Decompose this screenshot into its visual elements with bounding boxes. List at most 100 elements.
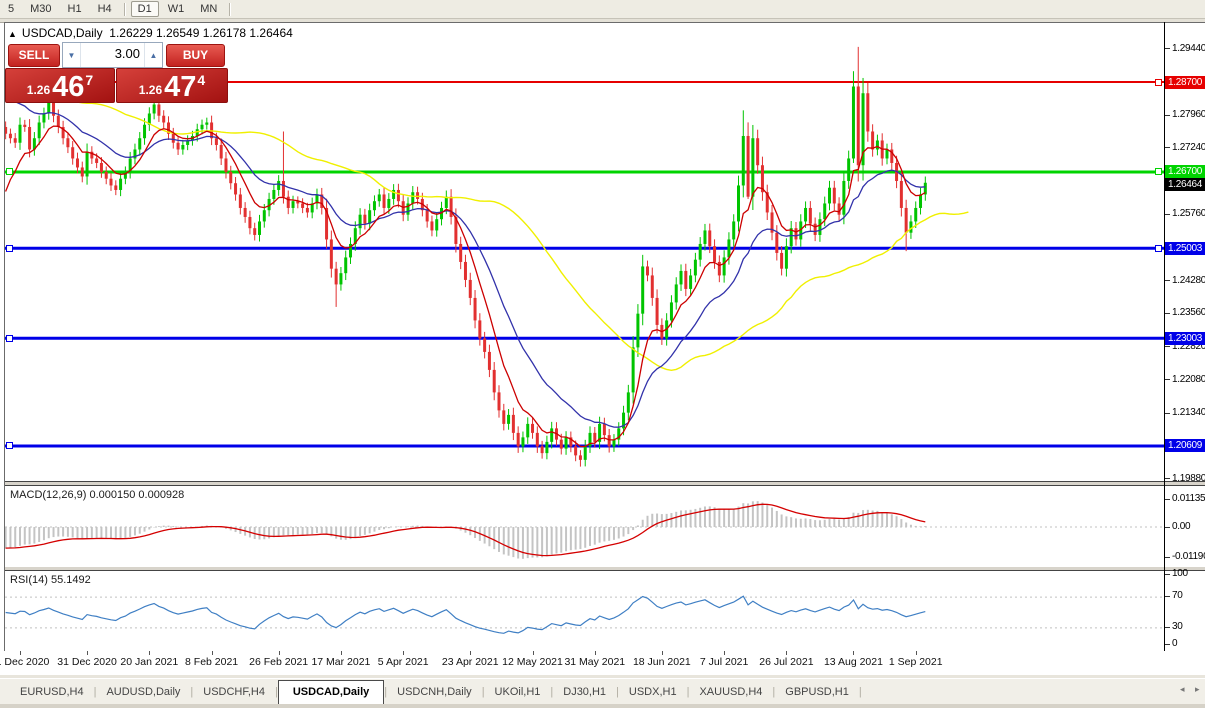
chart-tab-eurusd-h4[interactable]: EURUSD,H4 xyxy=(10,682,94,702)
date-tick xyxy=(661,651,663,655)
timeframe-button-h4[interactable]: H4 xyxy=(91,1,119,17)
rsi-tick-label: 0 xyxy=(1172,638,1178,649)
macd-tick-label: 0.01135 xyxy=(1172,493,1205,504)
timeframe-button-w1[interactable]: W1 xyxy=(161,1,192,17)
price-tick-label: 1.21340 xyxy=(1172,407,1205,419)
price-tick-label: 1.23560 xyxy=(1172,307,1205,319)
hline-drag-handle[interactable] xyxy=(1155,78,1162,86)
date-label: 12 May 2021 xyxy=(502,656,563,668)
hline-price-badge: 1.26700 xyxy=(1165,165,1205,179)
timeframe-button-m30[interactable]: M30 xyxy=(23,1,58,17)
one-click-trading-panel: SELL ▼ 3.00 ▲ BUY 1.26 46 7 1.26 47 4 xyxy=(5,40,228,103)
tab-scroll-right-icon[interactable]: ▸ xyxy=(1195,684,1200,695)
price-tick xyxy=(1165,114,1170,116)
date-tick xyxy=(149,651,151,655)
price-tick xyxy=(1165,412,1170,414)
date-tick xyxy=(470,651,472,655)
hline-drag-handle[interactable] xyxy=(6,442,13,450)
hline-drag-handle[interactable] xyxy=(6,334,13,342)
date-tick xyxy=(786,651,788,655)
chart-ohlc-values: 1.26229 1.26549 1.26178 1.26464 xyxy=(109,26,293,40)
rsi-tick-label: 100 xyxy=(1172,568,1188,579)
macd-tick xyxy=(1165,527,1170,528)
hline-drag-handle[interactable] xyxy=(1155,168,1162,176)
price-tick xyxy=(1165,478,1170,480)
buy-price-pip-digit: 4 xyxy=(197,72,206,88)
price-tick xyxy=(1165,379,1170,381)
date-label: 5 Apr 2021 xyxy=(377,656,429,668)
sell-price-pip-digit: 7 xyxy=(85,72,94,88)
price-tick-label: 1.27240 xyxy=(1172,141,1205,153)
hline-drag-handle[interactable] xyxy=(6,244,13,252)
price-tick-label: 1.24280 xyxy=(1172,274,1205,286)
chart-tab-usdcad-daily[interactable]: USDCAD,Daily xyxy=(277,679,385,704)
buy-price-big-digits: 47 xyxy=(164,71,197,103)
date-tick xyxy=(853,651,855,655)
timeframe-toolbar: 5 M30 H1 H4 D1 W1 MN xyxy=(0,0,1205,19)
rsi-tick xyxy=(1165,644,1170,645)
mt4-terminal-window: 5 M30 H1 H4 D1 W1 MN ▲ USDCAD,Daily 1.26229 1.2… xyxy=(0,0,1205,708)
chart-tab-dj30-h1[interactable]: DJ30,H1 xyxy=(553,682,616,702)
date-tick xyxy=(403,651,405,655)
hline-price-badge: 1.20609 xyxy=(1165,439,1205,453)
chart-tab-gbpusd-h1[interactable]: GBPUSD,H1 xyxy=(775,682,859,702)
timeframe-button-mn[interactable]: MN xyxy=(193,1,224,17)
rsi-indicator-canvas[interactable] xyxy=(4,571,1164,650)
collapse-triangle-icon[interactable]: ▲ xyxy=(8,29,17,39)
macd-tick xyxy=(1165,557,1170,558)
sell-price-display[interactable]: 1.26 46 7 xyxy=(5,68,115,103)
price-tick xyxy=(1165,346,1170,347)
price-tick-label: 1.25760 xyxy=(1172,208,1205,220)
chart-tab-usdchf-h4[interactable]: USDCHF,H4 xyxy=(193,682,275,702)
date-label: 8 Feb 2021 xyxy=(185,656,239,668)
date-tick xyxy=(340,651,342,655)
toolbar-separator xyxy=(229,2,232,16)
date-label: 1 Sep 2021 xyxy=(888,656,943,668)
hline-price-badge: 1.23003 xyxy=(1165,331,1205,345)
price-tick-label: 1.27960 xyxy=(1172,109,1205,121)
date-label: 20 Jan 2021 xyxy=(120,656,179,668)
tab-scroll-left-icon[interactable]: ◂ xyxy=(1180,684,1185,695)
sell-button[interactable]: SELL xyxy=(8,44,60,67)
date-tick xyxy=(915,651,917,655)
timeframe-button-5[interactable]: 5 xyxy=(1,1,21,17)
price-tick xyxy=(1165,147,1170,149)
chart-tab-ukoil-h1[interactable]: UKOil,H1 xyxy=(485,682,551,702)
macd-tick-label: -0.01190 xyxy=(1172,551,1205,562)
chart-tab-usdx-h1[interactable]: USDX,H1 xyxy=(619,682,687,702)
buy-button[interactable]: BUY xyxy=(166,44,225,67)
date-label: 7 Jul 2021 xyxy=(699,656,749,668)
volume-value[interactable]: 3.00 xyxy=(80,43,145,67)
current-price-badge: 1.26464 xyxy=(1165,177,1205,191)
price-tick-label: 1.22080 xyxy=(1172,373,1205,385)
hline-drag-handle[interactable] xyxy=(1155,244,1162,252)
hline-drag-handle[interactable] xyxy=(6,168,13,176)
date-label: 31 Dec 2020 xyxy=(57,656,117,668)
date-label: 31 May 2021 xyxy=(564,656,626,668)
rsi-label: RSI(14) 55.1492 xyxy=(10,574,91,586)
date-label: 11 Dec 2020 xyxy=(0,656,50,668)
toolbar-separator xyxy=(123,2,126,16)
macd-tick xyxy=(1165,499,1170,500)
rsi-tick-label: 70 xyxy=(1172,590,1183,601)
volume-spinner: ▼ 3.00 ▲ xyxy=(62,42,163,68)
date-tick xyxy=(724,651,726,655)
chart-tab-xauusd-h4[interactable]: XAUUSD,H4 xyxy=(689,682,772,702)
volume-increase-icon[interactable]: ▲ xyxy=(145,43,162,67)
volume-decrease-icon[interactable]: ▼ xyxy=(63,43,80,67)
chart-tab-usdcnh-daily[interactable]: USDCNH,Daily xyxy=(387,682,482,702)
date-label: 18 Jun 2021 xyxy=(632,656,691,668)
rsi-tick xyxy=(1165,596,1170,597)
price-tick-label: 1.29440 xyxy=(1172,42,1205,54)
sell-price-prefix: 1.26 xyxy=(26,83,51,97)
price-tick xyxy=(1165,48,1170,50)
date-tick xyxy=(20,651,21,655)
date-tick xyxy=(211,651,213,655)
timeframe-button-h1[interactable]: H1 xyxy=(61,1,89,17)
chart-title: ▲ USDCAD,Daily 1.26229 1.26549 1.26178 1.… xyxy=(8,26,293,40)
timeframe-button-d1[interactable]: D1 xyxy=(130,1,159,17)
buy-price-display[interactable]: 1.26 47 4 xyxy=(116,68,228,103)
date-label: 26 Jul 2021 xyxy=(759,656,814,668)
date-tick xyxy=(594,651,596,655)
chart-tab-audusd-daily[interactable]: AUDUSD,Daily xyxy=(96,682,190,702)
